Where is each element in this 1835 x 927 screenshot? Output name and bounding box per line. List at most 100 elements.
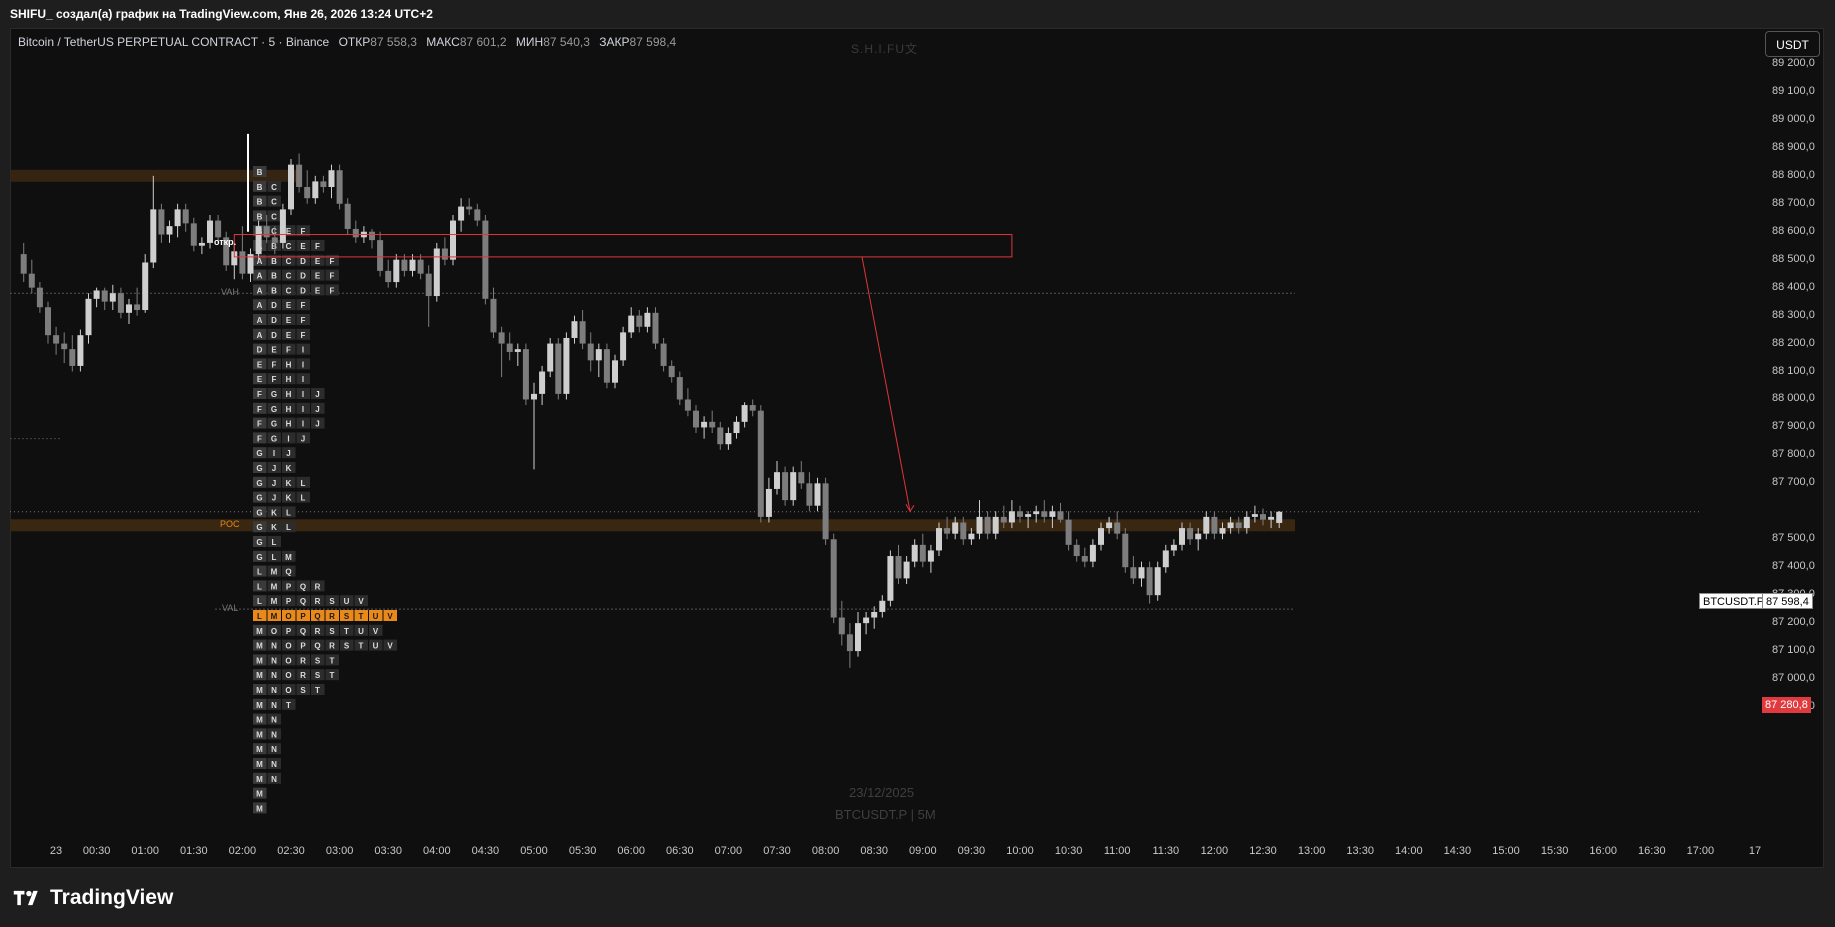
time-tick-label: 08:00 bbox=[811, 845, 840, 857]
time-tick-label: 09:30 bbox=[957, 845, 986, 857]
candle-body bbox=[976, 516, 983, 534]
tpo-letter: L bbox=[257, 612, 262, 621]
tpo-letter: V bbox=[387, 612, 393, 621]
tpo-letter: U bbox=[344, 597, 350, 606]
candlestick-chart[interactable]: BBCBCBCBCEFABCEFABCDEFABCDEFABCDEFADEFAD… bbox=[0, 0, 1835, 927]
tpo-letter: H bbox=[286, 390, 292, 399]
price-tick-label: 88 500,0 bbox=[1772, 252, 1815, 265]
candle-body bbox=[555, 343, 562, 394]
tpo-letter: T bbox=[315, 686, 320, 695]
candle-body bbox=[944, 528, 951, 534]
tpo-letter: O bbox=[271, 627, 277, 636]
candle-body bbox=[539, 371, 546, 394]
candle-body bbox=[1017, 511, 1023, 517]
tpo-letter: A bbox=[257, 286, 263, 295]
time-tick-label: 12:00 bbox=[1200, 845, 1229, 857]
tpo-letter: R bbox=[315, 582, 321, 591]
tpo-letter: F bbox=[301, 331, 306, 340]
candle-body bbox=[466, 206, 473, 210]
tpo-letter: F bbox=[330, 257, 335, 266]
candle-body bbox=[1235, 522, 1242, 529]
tpo-letter: P bbox=[300, 642, 306, 651]
tpo-letter: N bbox=[271, 716, 277, 725]
candle-body bbox=[198, 242, 205, 246]
tpo-letter: K bbox=[286, 494, 292, 503]
candle-body bbox=[952, 522, 959, 534]
candle-body bbox=[101, 290, 108, 302]
time-tick-label: 05:00 bbox=[520, 845, 548, 857]
tpo-letter: H bbox=[286, 360, 292, 369]
candle-body bbox=[377, 240, 384, 271]
candle-body bbox=[1106, 522, 1113, 529]
legend-open-value: 87 558,3 bbox=[370, 35, 417, 49]
tpo-letter: P bbox=[300, 612, 306, 621]
candle-body bbox=[514, 349, 521, 352]
tpo-letter: E bbox=[315, 257, 321, 266]
tpo-letter: R bbox=[315, 597, 321, 606]
candle-body bbox=[652, 312, 659, 344]
candle-body bbox=[668, 365, 675, 378]
candle-body bbox=[77, 335, 84, 366]
candle-body bbox=[312, 181, 319, 199]
candle-body bbox=[798, 472, 805, 484]
tpo-letter: R bbox=[315, 627, 321, 636]
tpo-letter: R bbox=[329, 642, 335, 651]
tpo-letter: I bbox=[302, 375, 304, 384]
tpo-letter: R bbox=[300, 656, 306, 665]
time-tick-label: 11:30 bbox=[1152, 845, 1180, 857]
tpo-letter: D bbox=[300, 286, 306, 295]
legend-close-value: 87 598,4 bbox=[629, 35, 677, 49]
tpo-letter: B bbox=[257, 168, 263, 177]
tpo-letter: M bbox=[271, 582, 278, 591]
tpo-letter: I bbox=[302, 390, 304, 399]
candle-body bbox=[863, 617, 870, 624]
tpo-letter: J bbox=[286, 449, 290, 458]
tpo-letter: C bbox=[271, 183, 277, 192]
candle-body bbox=[53, 335, 60, 344]
currency-button[interactable]: USDT bbox=[1765, 31, 1820, 57]
tpo-letter: F bbox=[286, 346, 291, 355]
price-tick-label: 87 500,0 bbox=[1772, 532, 1815, 545]
candle-body bbox=[1154, 567, 1161, 596]
candle-body bbox=[126, 304, 132, 313]
candle-body bbox=[1138, 567, 1145, 579]
tpo-letter: F bbox=[301, 301, 306, 310]
tpo-open-label: откр. bbox=[214, 236, 237, 247]
tpo-letter: F bbox=[257, 405, 262, 414]
symbol-legend: Bitcoin / TetherUS PERPETUAL CONTRACT · … bbox=[18, 35, 676, 49]
tpo-letter: D bbox=[271, 331, 277, 340]
price-tick-label: 87 400,0 bbox=[1772, 560, 1815, 573]
tpo-letter: L bbox=[257, 582, 262, 591]
time-tick-label: 06:00 bbox=[617, 845, 645, 857]
price-tick-label: 88 100,0 bbox=[1772, 364, 1815, 377]
tpo-letter: D bbox=[300, 272, 306, 281]
tpo-letter: E bbox=[315, 286, 321, 295]
tpo-letter: F bbox=[257, 420, 262, 429]
candle-body bbox=[620, 332, 627, 361]
tpo-letter: T bbox=[359, 612, 364, 621]
candle-body bbox=[822, 483, 829, 540]
tradingview-footer[interactable]: TradingView bbox=[12, 883, 173, 913]
time-tick-label: 04:00 bbox=[423, 845, 451, 857]
time-tick-label: 12:30 bbox=[1249, 845, 1277, 857]
tpo-letter: G bbox=[256, 494, 262, 503]
tpo-letter: B bbox=[271, 242, 277, 251]
candle-body bbox=[936, 528, 942, 551]
candle-body bbox=[182, 209, 189, 224]
time-tick-label: 10:00 bbox=[1006, 845, 1034, 857]
footer-brand: TradingView bbox=[50, 886, 174, 909]
candle-body bbox=[369, 231, 375, 241]
candle-body bbox=[134, 304, 141, 311]
time-tick-label: 17 bbox=[1748, 845, 1762, 857]
tpo-letter: G bbox=[256, 553, 262, 562]
tpo-letter: N bbox=[271, 642, 277, 651]
tpo-vah-label: VAH bbox=[221, 287, 239, 298]
tpo-letter: C bbox=[271, 198, 277, 207]
tpo-letter: U bbox=[373, 642, 379, 651]
candle-body bbox=[1179, 528, 1185, 545]
tpo-letter: M bbox=[256, 642, 263, 651]
legend-symbol[interactable]: Bitcoin / TetherUS PERPETUAL CONTRACT · … bbox=[18, 35, 329, 49]
candle-body bbox=[385, 270, 392, 283]
tpo-letter: S bbox=[344, 642, 350, 651]
candle-body bbox=[1025, 514, 1032, 517]
